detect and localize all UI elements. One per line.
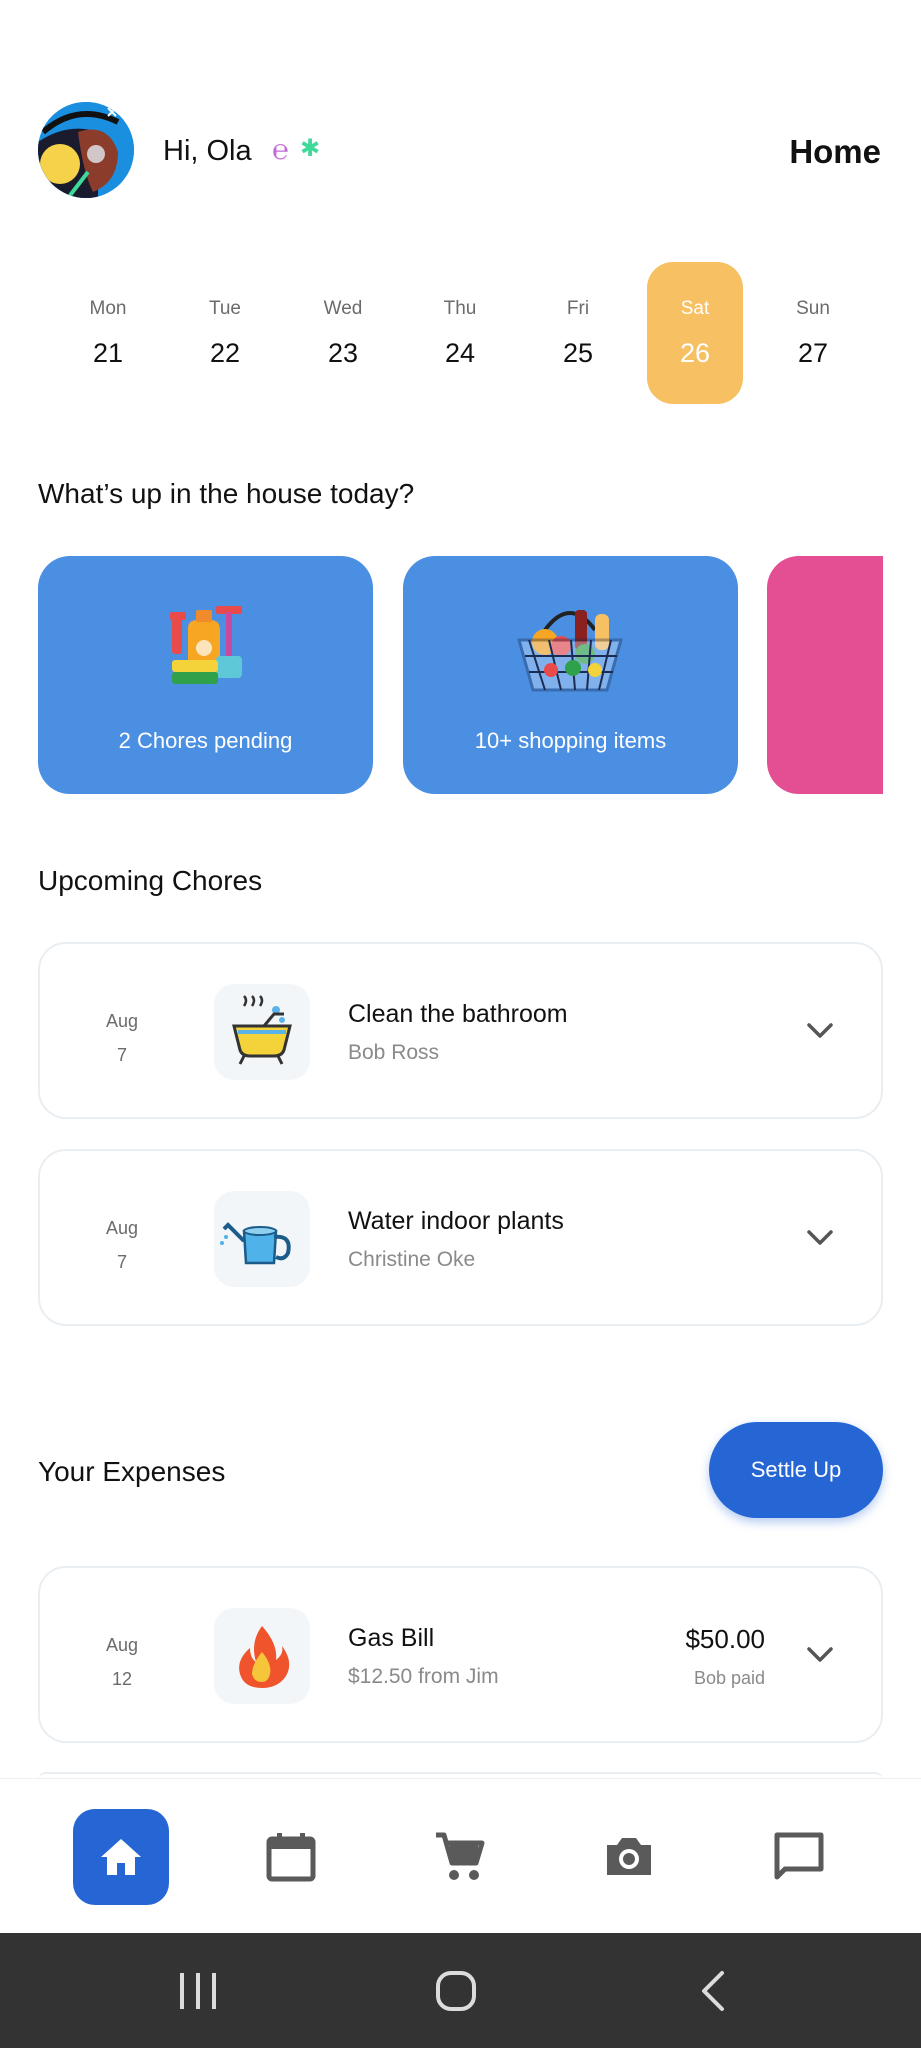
squiggle-decoration: ℮ [272, 134, 289, 165]
day-date: 23 [327, 338, 359, 368]
expense-title: Gas Bill [348, 1624, 435, 1652]
date-month: Aug [105, 1635, 139, 1655]
calendar-icon [266, 1833, 316, 1882]
chevron-down-icon[interactable] [805, 1640, 835, 1670]
fire-icon [239, 1626, 290, 1688]
cleaning-supplies-icon [170, 606, 242, 684]
day-name: Sat [680, 298, 710, 319]
chevron-down-icon[interactable] [805, 1223, 835, 1253]
nav-calendar[interactable] [243, 1809, 339, 1905]
recent-apps-button[interactable] [168, 1961, 228, 2021]
day-sun[interactable]: Sun 27 [765, 262, 861, 404]
expense-amount: $50.00 [685, 1624, 765, 1654]
home-icon [101, 1839, 141, 1875]
chevron-down-icon[interactable] [805, 1016, 835, 1046]
chore-icon-tile [214, 984, 310, 1080]
date-day: 7 [116, 1045, 127, 1065]
home-circle-icon [436, 1971, 476, 2011]
nav-home[interactable] [73, 1809, 169, 1905]
day-date: 26 [679, 338, 711, 368]
day-wed[interactable]: Wed 23 [295, 262, 391, 404]
chore-icon-tile [214, 1191, 310, 1287]
shopping-items-card[interactable]: 10+ shopping items [403, 556, 738, 794]
day-mon[interactable]: Mon 21 [60, 262, 156, 404]
day-name: Wed [323, 298, 363, 319]
nav-shopping[interactable] [412, 1809, 508, 1905]
day-date: 21 [92, 338, 124, 368]
back-icon [702, 1971, 724, 2011]
day-date: 24 [444, 338, 476, 368]
date-month: Aug [105, 1011, 139, 1031]
day-date: 27 [797, 338, 829, 368]
chore-date: Aug 7 [82, 1211, 162, 1279]
expense-row[interactable]: Aug 12 Gas Bill $12.50 from Jim $50.00 B… [38, 1566, 883, 1743]
nav-messages[interactable] [751, 1809, 847, 1905]
day-tue[interactable]: Tue 22 [177, 262, 273, 404]
chores-title: Upcoming Chores [38, 865, 263, 896]
chores-pending-card[interactable]: 2 Chores pending [38, 556, 373, 794]
chore-row[interactable]: Aug 7 Clean the bathroom Bob Ross [38, 942, 883, 1119]
avatar[interactable] [38, 102, 134, 198]
sparkle-icon: ✱ [300, 135, 321, 162]
day-date: 25 [562, 338, 594, 368]
day-name: Thu [443, 298, 477, 319]
expense-payer: Bob paid [693, 1668, 765, 1688]
chore-date: Aug 7 [82, 1004, 162, 1072]
day-name: Tue [208, 298, 242, 319]
bottom-nav [0, 1778, 921, 1933]
day-name: Mon [89, 298, 127, 319]
chore-title: Clean the bathroom [348, 1000, 568, 1028]
chore-assignee: Bob Ross [348, 1041, 440, 1064]
day-date: 22 [209, 338, 241, 368]
chat-icon [774, 1832, 824, 1880]
recent-apps-icon [180, 1973, 216, 2009]
expenses-title: Your Expenses [38, 1456, 226, 1487]
day-name: Fri [566, 298, 590, 319]
expenses-card-partial[interactable] [767, 556, 883, 794]
back-button[interactable] [684, 1961, 744, 2021]
date-month: Aug [105, 1218, 139, 1238]
system-nav-bar [0, 1933, 921, 2048]
expense-date: Aug 12 [82, 1628, 162, 1696]
page-title: Home [789, 133, 881, 170]
chore-title: Water indoor plants [348, 1207, 564, 1235]
settle-up-button[interactable]: Settle Up [709, 1422, 883, 1518]
cart-icon [436, 1832, 485, 1880]
expense-detail: $12.50 from Jim [348, 1665, 499, 1688]
date-day: 7 [116, 1252, 127, 1272]
watering-can-icon [220, 1222, 291, 1265]
nav-camera[interactable] [581, 1809, 677, 1905]
chore-row[interactable]: Aug 7 Water indoor plants Christine Oke [38, 1149, 883, 1326]
date-day: 12 [111, 1669, 133, 1689]
day-fri[interactable]: Fri 25 [530, 262, 626, 404]
bathtub-icon [232, 995, 292, 1065]
summary-title: What’s up in the house today? [38, 478, 415, 509]
expense-icon-tile [214, 1608, 310, 1704]
shopping-basket-icon [517, 610, 623, 692]
home-system-button[interactable] [426, 1961, 486, 2021]
card-label: 10+ shopping items [474, 728, 667, 753]
chore-assignee: Christine Oke [348, 1248, 476, 1271]
card-label: 2 Chores pending [118, 728, 293, 753]
greeting-text: Hi, Ola [163, 135, 252, 167]
day-thu[interactable]: Thu 24 [412, 262, 508, 404]
camera-icon [607, 1838, 651, 1875]
day-name: Sun [796, 298, 830, 319]
day-sat-selected[interactable]: Sat 26 [647, 262, 743, 404]
